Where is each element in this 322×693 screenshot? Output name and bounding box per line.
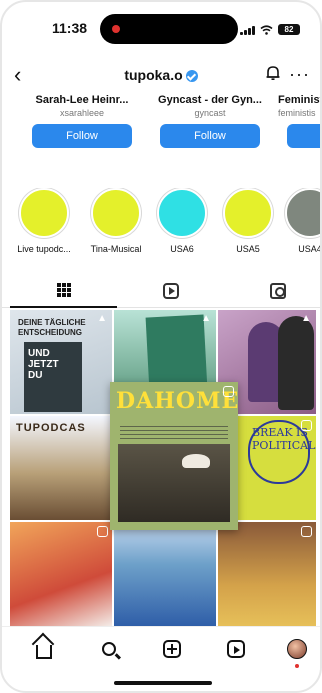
- pin-icon: ▲: [201, 313, 211, 324]
- recording-indicator: [112, 25, 120, 33]
- suggested-card: Feminist feministis Follow: [278, 94, 322, 148]
- suggested-username: gyncast: [194, 108, 226, 118]
- reel-badge-icon: [301, 420, 312, 431]
- reel-badge-icon: [223, 386, 234, 397]
- suggested-card: Gyncast - der Gyn... gyncast Follow: [150, 94, 270, 148]
- bottom-navigation: [2, 626, 320, 670]
- highlight-label: Live tupodc...: [17, 244, 71, 254]
- wifi-icon: [260, 24, 273, 35]
- tagged-icon: [269, 283, 286, 299]
- highlight-label: Tina-Musical: [90, 244, 142, 254]
- highlight-label: USA6: [170, 244, 194, 254]
- reels-icon: [227, 640, 245, 658]
- post-thumbnail[interactable]: [10, 522, 112, 628]
- highlight-label: USA4: [298, 244, 320, 254]
- reel-badge-icon: [97, 526, 108, 537]
- highlight-label: USA5: [236, 244, 260, 254]
- notification-dot: [295, 664, 299, 668]
- avatar: [287, 639, 307, 659]
- suggested-username: xsarahleee: [59, 108, 105, 118]
- highlight-cover: [223, 188, 273, 238]
- hat-figure: [182, 454, 210, 468]
- highlight-item[interactable]: USA6: [150, 188, 214, 254]
- post-thumbnail[interactable]: TUPODCAS: [10, 416, 112, 520]
- highlight-item[interactable]: Tina-Musical: [84, 188, 148, 254]
- post-body-text: [120, 426, 228, 440]
- post-grid: DEINE TÄGLICHE ENTSCHEIDUNG UND JETZT DU…: [10, 310, 316, 628]
- highlight-cover: [91, 188, 141, 238]
- tab-reels[interactable]: [117, 274, 224, 308]
- follow-button[interactable]: Follow: [32, 124, 132, 148]
- status-time: 11:38: [52, 20, 88, 36]
- suggested-name: Gyncast - der Gyn...: [158, 94, 262, 106]
- verified-icon: [185, 70, 198, 82]
- more-options-icon[interactable]: ···: [289, 64, 310, 85]
- follow-button[interactable]: Follow: [287, 124, 320, 148]
- suggested-username: feministis: [278, 108, 316, 118]
- highlight-item[interactable]: Live tupodc...: [12, 188, 76, 254]
- post-thumbnail-dragging[interactable]: DAHOMEY: [110, 382, 238, 530]
- nav-profile[interactable]: [285, 637, 309, 668]
- highlight-cover: [157, 188, 207, 238]
- highlight-cover: [19, 188, 69, 238]
- search-icon: [102, 642, 116, 656]
- follow-button[interactable]: Follow: [160, 124, 260, 148]
- tab-posts[interactable]: [10, 274, 117, 308]
- pin-icon: ▲: [97, 313, 107, 324]
- reels-icon: [162, 283, 179, 299]
- battery-icon: 82: [278, 24, 300, 35]
- post-caption-text: DAHOMEY: [116, 388, 238, 414]
- post-thumbnail[interactable]: [114, 522, 216, 628]
- profile-handle-text: tupoka.o: [124, 67, 183, 83]
- nav-create[interactable]: [160, 637, 184, 661]
- post-thumbnail[interactable]: [218, 522, 316, 628]
- add-icon: [163, 640, 181, 658]
- post-caption-text: TUPODCAS: [16, 422, 86, 434]
- signal-icon: [240, 25, 255, 35]
- system-icons: 82: [240, 24, 300, 35]
- tab-tagged[interactable]: [224, 274, 320, 308]
- nav-home[interactable]: [32, 637, 56, 661]
- status-bar: 11:38 82: [2, 2, 320, 54]
- nav-search[interactable]: [97, 637, 121, 661]
- bell-icon[interactable]: [264, 64, 282, 82]
- profile-header: ‹ tupoka.o ···: [2, 58, 320, 92]
- grid-icon: [56, 283, 71, 297]
- suggested-card: Sarah-Lee Heinr... xsarahleee Follow: [22, 94, 142, 148]
- post-caption-text: DEINE TÄGLICHE ENTSCHEIDUNG: [18, 318, 86, 337]
- highlight-cover: [285, 188, 320, 238]
- pin-icon: ▲: [301, 313, 311, 324]
- post-thumbnail[interactable]: DEINE TÄGLICHE ENTSCHEIDUNG UND JETZT DU…: [10, 310, 112, 414]
- post-photo: [118, 444, 230, 522]
- home-icon: [36, 645, 52, 659]
- profile-tabs: [2, 274, 320, 308]
- home-indicator: [114, 681, 212, 685]
- reel-badge-icon: [301, 526, 312, 537]
- highlight-item[interactable]: USA4: [278, 188, 320, 254]
- story-highlights: Live tupodc... Tina-Musical USA6 USA5 US…: [2, 188, 320, 266]
- highlight-item[interactable]: USA5: [216, 188, 280, 254]
- dynamic-island: [100, 14, 238, 44]
- book-title: UND JETZT DU: [28, 348, 59, 381]
- suggested-name: Sarah-Lee Heinr...: [35, 94, 129, 106]
- post-caption-text: BREAK IS POLITICAL: [252, 426, 316, 452]
- nav-reels[interactable]: [224, 637, 248, 661]
- suggested-accounts: Sarah-Lee Heinr... xsarahleee Follow Gyn…: [22, 94, 322, 176]
- phone-screen: 11:38 82 ‹ tupoka.o ··· Sarah-Lee Heinr.…: [0, 0, 322, 693]
- person-figure: [278, 316, 314, 410]
- suggested-name: Feminist: [278, 94, 322, 106]
